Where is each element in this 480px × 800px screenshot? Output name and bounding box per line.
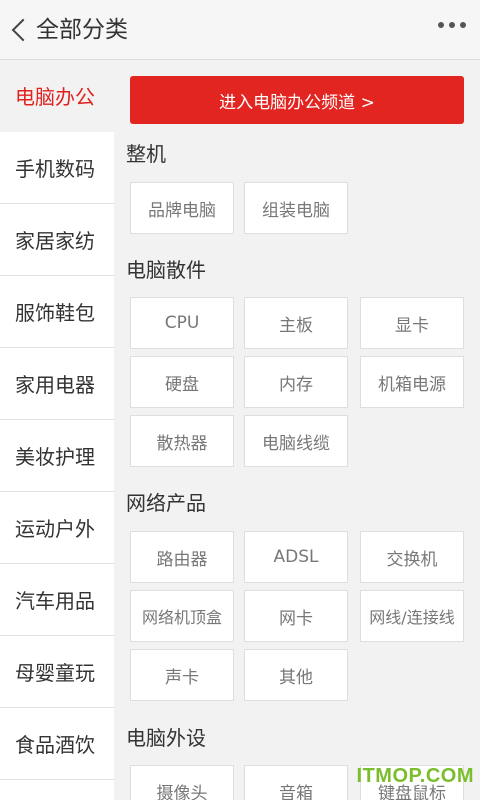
tag-motherboard[interactable]: 主板 xyxy=(244,297,348,349)
sidebar-item-baby-toys[interactable]: 母婴童玩 xyxy=(0,636,114,708)
sidebar-item-sports-outdoor[interactable]: 运动户外 xyxy=(0,492,114,564)
tag-cpu[interactable]: CPU xyxy=(130,297,234,349)
category-sidebar: 电脑办公 手机数码 家居家纺 服饰鞋包 家用电器 美妆护理 运动户外 汽车用品 … xyxy=(0,60,114,800)
tag-cooler[interactable]: 散热器 xyxy=(130,415,234,467)
tag-hard-disk[interactable]: 硬盘 xyxy=(130,356,234,408)
sidebar-item-appliances[interactable]: 家用电器 xyxy=(0,348,114,420)
section-title-complete-machines: 整机 xyxy=(126,142,166,166)
sidebar-item-food-drinks[interactable]: 食品酒饮 xyxy=(0,708,114,780)
tag-adsl[interactable]: ADSL xyxy=(244,531,348,583)
enter-channel-button[interactable]: 进入电脑办公频道 > xyxy=(130,76,464,124)
tag-sound-card[interactable]: 声卡 xyxy=(130,649,234,701)
tag-graphics-card[interactable]: 显卡 xyxy=(360,297,464,349)
tag-router[interactable]: 路由器 xyxy=(130,531,234,583)
section-title-network-products: 网络产品 xyxy=(126,491,206,515)
tag-case-psu[interactable]: 机箱电源 xyxy=(360,356,464,408)
back-chevron-icon[interactable] xyxy=(8,14,32,46)
category-content: 进入电脑办公频道 > 整机 品牌电脑 组装电脑 电脑散件 CPU 主板 显卡 硬… xyxy=(114,60,480,800)
tag-webcam[interactable]: 摄像头 xyxy=(130,765,234,800)
sidebar-item-apparel-bags[interactable]: 服饰鞋包 xyxy=(0,276,114,348)
page-title: 全部分类 xyxy=(36,17,128,43)
tag-network-card[interactable]: 网卡 xyxy=(244,590,348,642)
sidebar-item-beauty-care[interactable]: 美妆护理 xyxy=(0,420,114,492)
tag-network-set-top-box[interactable]: 网络机顶盒 xyxy=(130,590,234,642)
tag-network-cable[interactable]: 网线/连接线 xyxy=(360,590,464,642)
section-title-pc-peripherals: 电脑外设 xyxy=(126,726,206,750)
tag-assembled-pc[interactable]: 组装电脑 xyxy=(244,182,348,234)
more-dots-icon[interactable] xyxy=(438,22,466,28)
sidebar-item-computer-office[interactable]: 电脑办公 xyxy=(0,60,114,132)
tag-brand-pc[interactable]: 品牌电脑 xyxy=(130,182,234,234)
top-bar: 全部分类 xyxy=(0,0,480,60)
tag-pc-cables[interactable]: 电脑线缆 xyxy=(244,415,348,467)
site-watermark: ITMOP.COM xyxy=(356,765,474,787)
tag-other[interactable]: 其他 xyxy=(244,649,348,701)
sidebar-item-mobile-digital[interactable]: 手机数码 xyxy=(0,132,114,204)
tag-memory[interactable]: 内存 xyxy=(244,356,348,408)
tag-speakers[interactable]: 音箱 xyxy=(244,765,348,800)
sidebar-item-auto-supplies[interactable]: 汽车用品 xyxy=(0,564,114,636)
section-title-pc-parts: 电脑散件 xyxy=(126,258,206,282)
sidebar-item-home-textiles[interactable]: 家居家纺 xyxy=(0,204,114,276)
tag-switch[interactable]: 交换机 xyxy=(360,531,464,583)
